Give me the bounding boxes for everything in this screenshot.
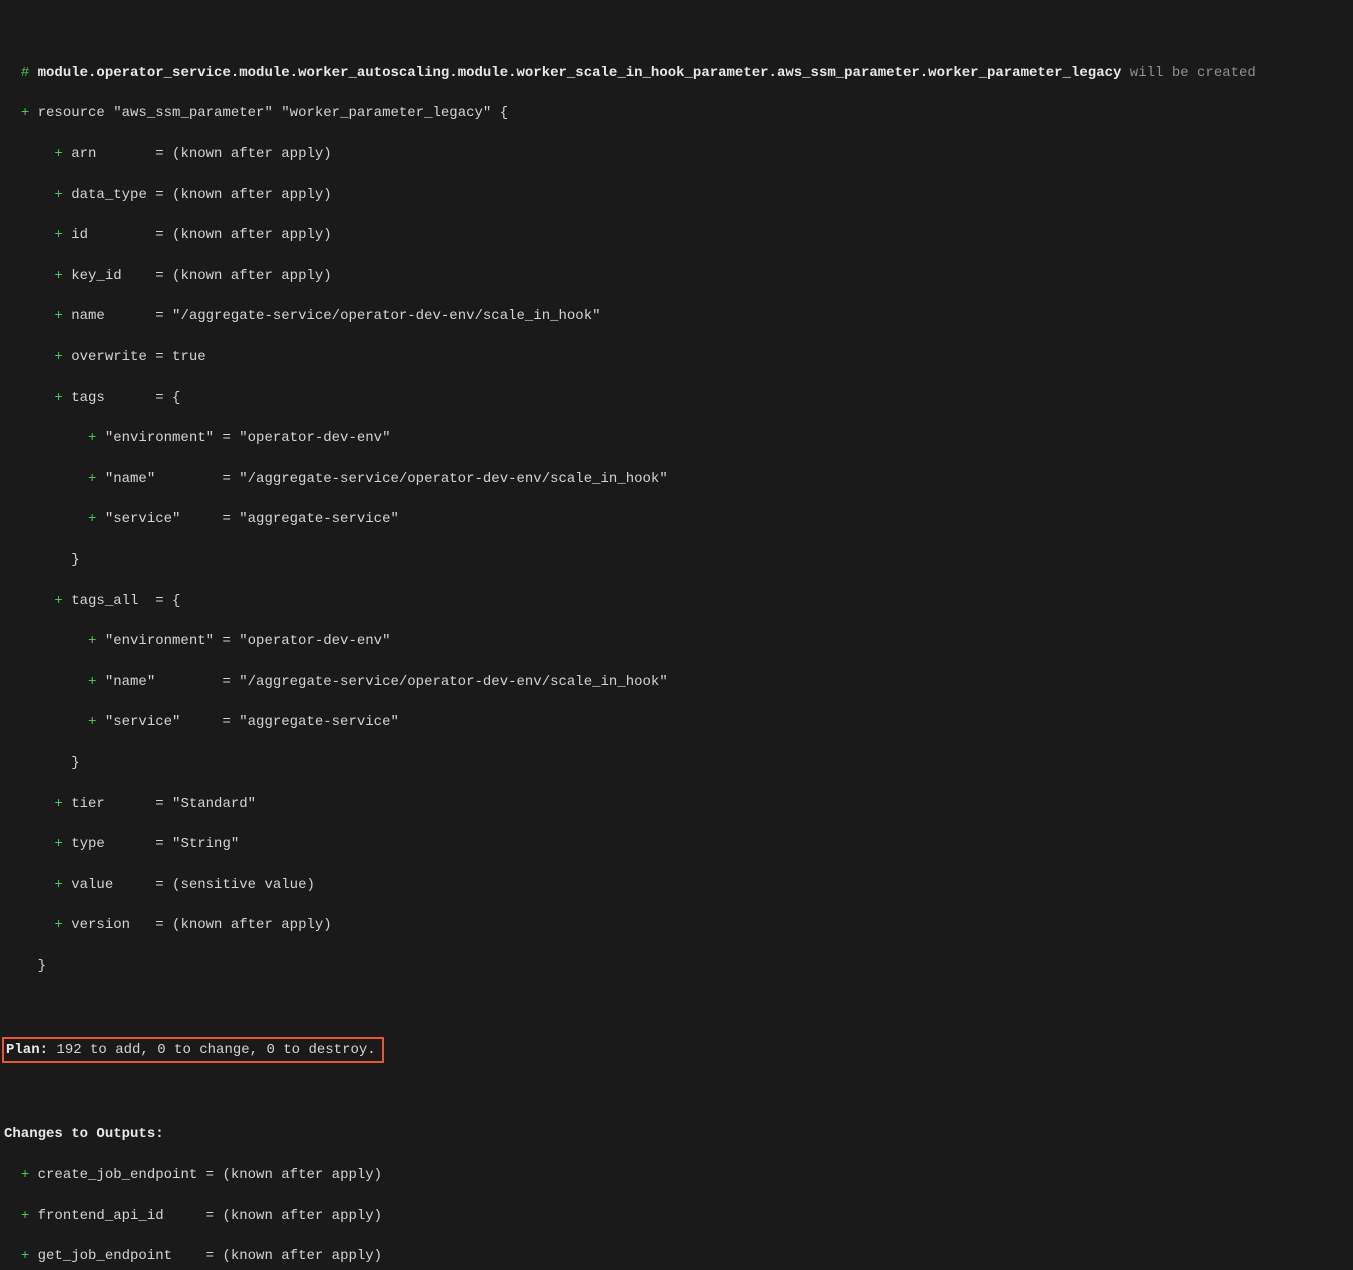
attr-text: "name" = "/aggregate-service/operator-de…: [96, 674, 667, 690]
plan-label: Plan:: [6, 1042, 48, 1058]
attr-tags-all-close: }: [4, 753, 1349, 773]
output-get-job-endpoint: + get_job_endpoint = (known after apply): [4, 1246, 1349, 1266]
attr-text: data_type = (known after apply): [63, 187, 332, 203]
plus-icon: +: [54, 390, 62, 406]
attr-tags-open: + tags = {: [4, 388, 1349, 408]
hash-icon: #: [21, 65, 29, 81]
plan-summary-line: Plan: 192 to add, 0 to change, 0 to dest…: [4, 1037, 1349, 1063]
plus-icon: +: [88, 633, 96, 649]
attr-tags-all-environment: + "environment" = "operator-dev-env": [4, 631, 1349, 651]
attr-tags-name: + "name" = "/aggregate-service/operator-…: [4, 469, 1349, 489]
attr-text: id = (known after apply): [63, 227, 332, 243]
plus-icon: +: [54, 187, 62, 203]
plus-icon: +: [54, 268, 62, 284]
attr-tier: + tier = "Standard": [4, 794, 1349, 814]
resource-header: # module.operator_service.module.worker_…: [4, 63, 1349, 83]
output-text: get_job_endpoint = (known after apply): [29, 1248, 382, 1264]
attr-tags-service: + "service" = "aggregate-service": [4, 509, 1349, 529]
plus-icon: +: [21, 105, 29, 121]
attr-tags-close: }: [4, 550, 1349, 570]
attr-name: + name = "/aggregate-service/operator-de…: [4, 306, 1349, 326]
resource-path: module.operator_service.module.worker_au…: [29, 65, 1121, 81]
output-create-job-endpoint: + create_job_endpoint = (known after app…: [4, 1165, 1349, 1185]
plus-icon: +: [54, 146, 62, 162]
attr-text: "service" = "aggregate-service": [96, 714, 398, 730]
plus-icon: +: [54, 877, 62, 893]
resource-declaration: + resource "aws_ssm_parameter" "worker_p…: [4, 103, 1349, 123]
output-text: create_job_endpoint = (known after apply…: [29, 1167, 382, 1183]
attr-text: "environment" = "operator-dev-env": [96, 633, 390, 649]
plus-icon: +: [54, 836, 62, 852]
plus-icon: +: [54, 917, 62, 933]
plan-summary: 192 to add, 0 to change, 0 to destroy.: [48, 1042, 376, 1058]
attr-text: name = "/aggregate-service/operator-dev-…: [63, 308, 601, 324]
attr-text: overwrite = true: [63, 349, 206, 365]
attr-text: "service" = "aggregate-service": [96, 511, 398, 527]
resource-close-brace: }: [4, 956, 1349, 976]
resource-action: will be created: [1121, 65, 1255, 81]
attr-text: "name" = "/aggregate-service/operator-de…: [96, 471, 667, 487]
plus-icon: +: [88, 714, 96, 730]
attr-id: + id = (known after apply): [4, 225, 1349, 245]
attr-arn: + arn = (known after apply): [4, 144, 1349, 164]
output-frontend-api-id: + frontend_api_id = (known after apply): [4, 1206, 1349, 1226]
attr-tags-all-open: + tags_all = {: [4, 591, 1349, 611]
attr-tags-all-name: + "name" = "/aggregate-service/operator-…: [4, 672, 1349, 692]
attr-key-id: + key_id = (known after apply): [4, 266, 1349, 286]
plus-icon: +: [21, 1248, 29, 1264]
attr-overwrite: + overwrite = true: [4, 347, 1349, 367]
attr-text: tier = "Standard": [63, 796, 256, 812]
attr-version: + version = (known after apply): [4, 915, 1349, 935]
attr-tags-all-service: + "service" = "aggregate-service": [4, 712, 1349, 732]
attr-text: type = "String": [63, 836, 239, 852]
attr-text: tags = {: [63, 390, 181, 406]
attr-data-type: + data_type = (known after apply): [4, 185, 1349, 205]
attr-value: + value = (sensitive value): [4, 875, 1349, 895]
attr-text: value = (sensitive value): [63, 877, 315, 893]
plus-icon: +: [54, 349, 62, 365]
attr-text: "environment" = "operator-dev-env": [96, 430, 390, 446]
output-text: frontend_api_id = (known after apply): [29, 1208, 382, 1224]
plus-icon: +: [54, 593, 62, 609]
plus-icon: +: [21, 1167, 29, 1183]
resource-decl-text: resource "aws_ssm_parameter" "worker_par…: [29, 105, 508, 121]
attr-tags-environment: + "environment" = "operator-dev-env": [4, 428, 1349, 448]
plan-highlight-box: Plan: 192 to add, 0 to change, 0 to dest…: [2, 1037, 384, 1063]
plus-icon: +: [54, 308, 62, 324]
attr-type: + type = "String": [4, 834, 1349, 854]
outputs-header: Changes to Outputs:: [4, 1124, 1349, 1144]
attr-text: version = (known after apply): [63, 917, 332, 933]
plus-icon: +: [54, 227, 62, 243]
attr-text: tags_all = {: [63, 593, 181, 609]
attr-text: key_id = (known after apply): [63, 268, 332, 284]
attr-text: arn = (known after apply): [63, 146, 332, 162]
plus-icon: +: [88, 674, 96, 690]
plus-icon: +: [21, 1208, 29, 1224]
plus-icon: +: [54, 796, 62, 812]
